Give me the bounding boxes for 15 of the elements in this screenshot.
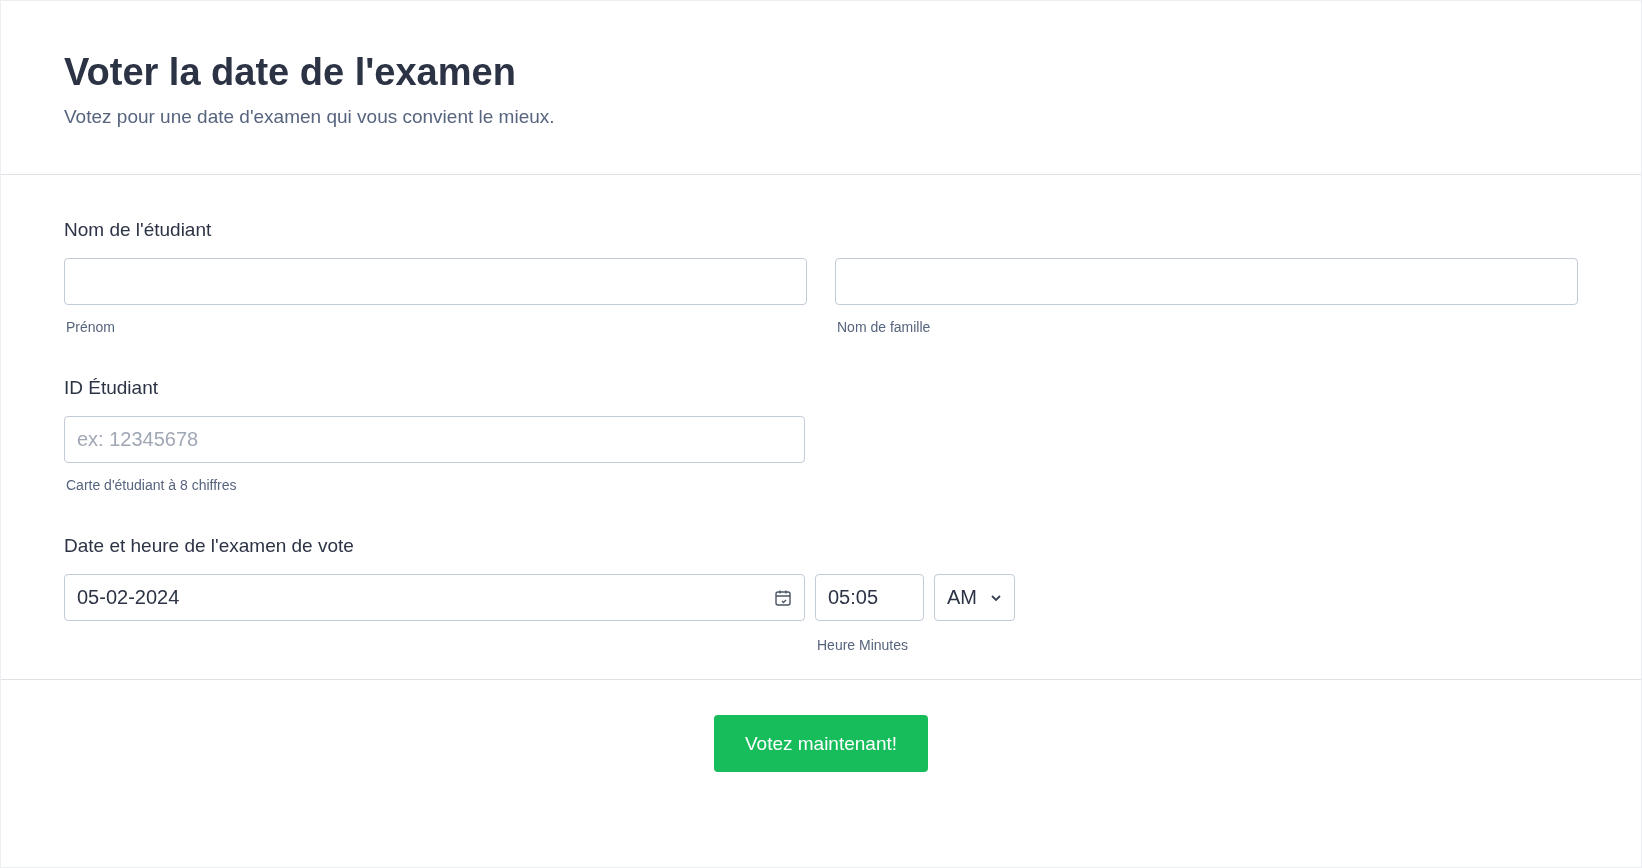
time-field[interactable]: 05:05 <box>815 574 924 621</box>
form-subtitle: Votez pour une date d'examen qui vous convient le mieux. <box>64 106 556 128</box>
calendar-icon <box>774 588 792 607</box>
student-id-field[interactable]: ex: 12345678 <box>64 416 805 463</box>
field-label: Date et heure de l'examen de vote <box>64 535 355 557</box>
field-label: ID Étudiant <box>64 377 159 399</box>
field-sublabel: Heure Minutes <box>816 637 910 653</box>
field-sublabel: Nom de famille <box>836 319 932 335</box>
chevron-down-icon <box>990 593 1002 602</box>
field-sublabel: Carte d'étudiant à 8 chiffres <box>65 477 238 493</box>
field-sublabel: Prénom <box>65 319 117 335</box>
date-field[interactable]: 05-02-2024 <box>64 574 805 621</box>
form-title: Voter la date de l'examen <box>64 51 517 94</box>
ampm-dropdown[interactable]: AM <box>934 574 1015 621</box>
field-label: Nom de l'étudiant <box>64 219 213 241</box>
